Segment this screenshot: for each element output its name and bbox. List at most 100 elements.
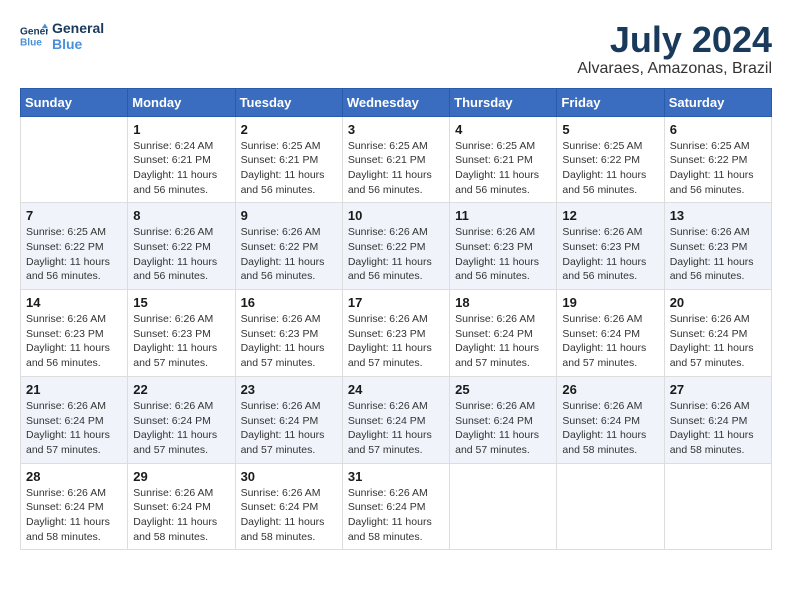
- logo: General Blue General Blue: [20, 20, 104, 52]
- day-info: Sunrise: 6:26 AM Sunset: 6:24 PM Dayligh…: [348, 486, 444, 545]
- calendar-cell: 25 Sunrise: 6:26 AM Sunset: 6:24 PM Dayli…: [450, 376, 557, 463]
- calendar-cell: 13 Sunrise: 6:26 AM Sunset: 6:23 PM Dayli…: [664, 203, 771, 290]
- day-info: Sunrise: 6:26 AM Sunset: 6:24 PM Dayligh…: [562, 312, 658, 371]
- day-info: Sunrise: 6:26 AM Sunset: 6:23 PM Dayligh…: [455, 225, 551, 284]
- calendar-cell: 23 Sunrise: 6:26 AM Sunset: 6:24 PM Dayli…: [235, 376, 342, 463]
- calendar-cell: [450, 463, 557, 550]
- title-block: July 2024 Alvaraes, Amazonas, Brazil: [577, 20, 772, 78]
- calendar-cell: 10 Sunrise: 6:26 AM Sunset: 6:22 PM Dayli…: [342, 203, 449, 290]
- day-number: 29: [133, 469, 229, 484]
- calendar-cell: [664, 463, 771, 550]
- calendar-table: Sunday Monday Tuesday Wednesday Thursday…: [20, 88, 772, 551]
- day-info: Sunrise: 6:25 AM Sunset: 6:21 PM Dayligh…: [348, 139, 444, 198]
- day-number: 10: [348, 208, 444, 223]
- calendar-cell: 6 Sunrise: 6:25 AM Sunset: 6:22 PM Daylig…: [664, 116, 771, 203]
- calendar-cell: 15 Sunrise: 6:26 AM Sunset: 6:23 PM Dayli…: [128, 290, 235, 377]
- calendar-cell: 16 Sunrise: 6:26 AM Sunset: 6:23 PM Dayli…: [235, 290, 342, 377]
- day-number: 5: [562, 122, 658, 137]
- day-info: Sunrise: 6:26 AM Sunset: 6:24 PM Dayligh…: [241, 486, 337, 545]
- day-number: 11: [455, 208, 551, 223]
- calendar-cell: 5 Sunrise: 6:25 AM Sunset: 6:22 PM Daylig…: [557, 116, 664, 203]
- day-info: Sunrise: 6:26 AM Sunset: 6:23 PM Dayligh…: [26, 312, 122, 371]
- calendar-cell: 1Sunrise: 6:24 AM Sunset: 6:21 PM Daylig…: [128, 116, 235, 203]
- calendar-cell: 14 Sunrise: 6:26 AM Sunset: 6:23 PM Dayli…: [21, 290, 128, 377]
- day-number: 12: [562, 208, 658, 223]
- calendar-cell: 19Sunrise: 6:26 AM Sunset: 6:24 PM Dayli…: [557, 290, 664, 377]
- location-title: Alvaraes, Amazonas, Brazil: [577, 60, 772, 78]
- day-info: Sunrise: 6:26 AM Sunset: 6:24 PM Dayligh…: [670, 312, 766, 371]
- day-number: 24: [348, 382, 444, 397]
- day-number: 7: [26, 208, 122, 223]
- day-number: 23: [241, 382, 337, 397]
- day-number: 1: [133, 122, 229, 137]
- calendar-cell: 26Sunrise: 6:26 AM Sunset: 6:24 PM Dayli…: [557, 376, 664, 463]
- calendar-cell: 29 Sunrise: 6:26 AM Sunset: 6:24 PM Dayli…: [128, 463, 235, 550]
- day-number: 25: [455, 382, 551, 397]
- day-number: 30: [241, 469, 337, 484]
- calendar-cell: 12Sunrise: 6:26 AM Sunset: 6:23 PM Dayli…: [557, 203, 664, 290]
- day-number: 21: [26, 382, 122, 397]
- calendar-cell: [557, 463, 664, 550]
- calendar-row: 7Sunrise: 6:25 AM Sunset: 6:22 PM Daylig…: [21, 203, 772, 290]
- day-info: Sunrise: 6:26 AM Sunset: 6:24 PM Dayligh…: [348, 399, 444, 458]
- day-number: 6: [670, 122, 766, 137]
- day-info: Sunrise: 6:26 AM Sunset: 6:23 PM Dayligh…: [348, 312, 444, 371]
- day-info: Sunrise: 6:26 AM Sunset: 6:24 PM Dayligh…: [455, 312, 551, 371]
- col-monday: Monday: [128, 88, 235, 116]
- calendar-cell: 9 Sunrise: 6:26 AM Sunset: 6:22 PM Daylig…: [235, 203, 342, 290]
- calendar-cell: [21, 116, 128, 203]
- calendar-cell: 22 Sunrise: 6:26 AM Sunset: 6:24 PM Dayli…: [128, 376, 235, 463]
- day-number: 14: [26, 295, 122, 310]
- calendar-cell: 31Sunrise: 6:26 AM Sunset: 6:24 PM Dayli…: [342, 463, 449, 550]
- calendar-cell: 3 Sunrise: 6:25 AM Sunset: 6:21 PM Daylig…: [342, 116, 449, 203]
- day-number: 3: [348, 122, 444, 137]
- calendar-cell: 17 Sunrise: 6:26 AM Sunset: 6:23 PM Dayli…: [342, 290, 449, 377]
- day-info: Sunrise: 6:26 AM Sunset: 6:22 PM Dayligh…: [241, 225, 337, 284]
- calendar-cell: 20Sunrise: 6:26 AM Sunset: 6:24 PM Dayli…: [664, 290, 771, 377]
- day-number: 4: [455, 122, 551, 137]
- day-number: 15: [133, 295, 229, 310]
- header-row: Sunday Monday Tuesday Wednesday Thursday…: [21, 88, 772, 116]
- month-title: July 2024: [577, 20, 772, 60]
- day-info: Sunrise: 6:26 AM Sunset: 6:23 PM Dayligh…: [133, 312, 229, 371]
- day-number: 26: [562, 382, 658, 397]
- calendar-row: 14 Sunrise: 6:26 AM Sunset: 6:23 PM Dayli…: [21, 290, 772, 377]
- calendar-row: 1Sunrise: 6:24 AM Sunset: 6:21 PM Daylig…: [21, 116, 772, 203]
- calendar-cell: 11 Sunrise: 6:26 AM Sunset: 6:23 PM Dayli…: [450, 203, 557, 290]
- day-info: Sunrise: 6:26 AM Sunset: 6:22 PM Dayligh…: [348, 225, 444, 284]
- day-info: Sunrise: 6:26 AM Sunset: 6:24 PM Dayligh…: [455, 399, 551, 458]
- col-thursday: Thursday: [450, 88, 557, 116]
- day-number: 22: [133, 382, 229, 397]
- day-number: 16: [241, 295, 337, 310]
- calendar-cell: 7Sunrise: 6:25 AM Sunset: 6:22 PM Daylig…: [21, 203, 128, 290]
- calendar-row: 28Sunrise: 6:26 AM Sunset: 6:24 PM Dayli…: [21, 463, 772, 550]
- day-info: Sunrise: 6:25 AM Sunset: 6:21 PM Dayligh…: [241, 139, 337, 198]
- col-tuesday: Tuesday: [235, 88, 342, 116]
- calendar-row: 21 Sunrise: 6:26 AM Sunset: 6:24 PM Dayli…: [21, 376, 772, 463]
- day-info: Sunrise: 6:25 AM Sunset: 6:22 PM Dayligh…: [562, 139, 658, 198]
- calendar-cell: 21Sunrise: 6:26 AM Sunset: 6:24 PM Dayli…: [21, 376, 128, 463]
- day-info: Sunrise: 6:26 AM Sunset: 6:23 PM Dayligh…: [670, 225, 766, 284]
- day-info: Sunrise: 6:26 AM Sunset: 6:24 PM Dayligh…: [241, 399, 337, 458]
- day-number: 13: [670, 208, 766, 223]
- day-info: Sunrise: 6:26 AM Sunset: 6:23 PM Dayligh…: [241, 312, 337, 371]
- day-info: Sunrise: 6:26 AM Sunset: 6:24 PM Dayligh…: [26, 486, 122, 545]
- calendar-cell: 2 Sunrise: 6:25 AM Sunset: 6:21 PM Daylig…: [235, 116, 342, 203]
- day-number: 17: [348, 295, 444, 310]
- day-info: Sunrise: 6:26 AM Sunset: 6:24 PM Dayligh…: [133, 486, 229, 545]
- day-number: 18: [455, 295, 551, 310]
- day-number: 2: [241, 122, 337, 137]
- day-number: 27: [670, 382, 766, 397]
- calendar-cell: 24 Sunrise: 6:26 AM Sunset: 6:24 PM Dayli…: [342, 376, 449, 463]
- calendar-cell: 4Sunrise: 6:25 AM Sunset: 6:21 PM Daylig…: [450, 116, 557, 203]
- day-info: Sunrise: 6:26 AM Sunset: 6:24 PM Dayligh…: [133, 399, 229, 458]
- col-friday: Friday: [557, 88, 664, 116]
- page-header: General Blue General Blue July 2024 Alva…: [20, 20, 772, 78]
- calendar-cell: 28Sunrise: 6:26 AM Sunset: 6:24 PM Dayli…: [21, 463, 128, 550]
- calendar-cell: 8Sunrise: 6:26 AM Sunset: 6:22 PM Daylig…: [128, 203, 235, 290]
- calendar-cell: 30 Sunrise: 6:26 AM Sunset: 6:24 PM Dayli…: [235, 463, 342, 550]
- col-wednesday: Wednesday: [342, 88, 449, 116]
- col-saturday: Saturday: [664, 88, 771, 116]
- day-info: Sunrise: 6:25 AM Sunset: 6:22 PM Dayligh…: [670, 139, 766, 198]
- day-number: 9: [241, 208, 337, 223]
